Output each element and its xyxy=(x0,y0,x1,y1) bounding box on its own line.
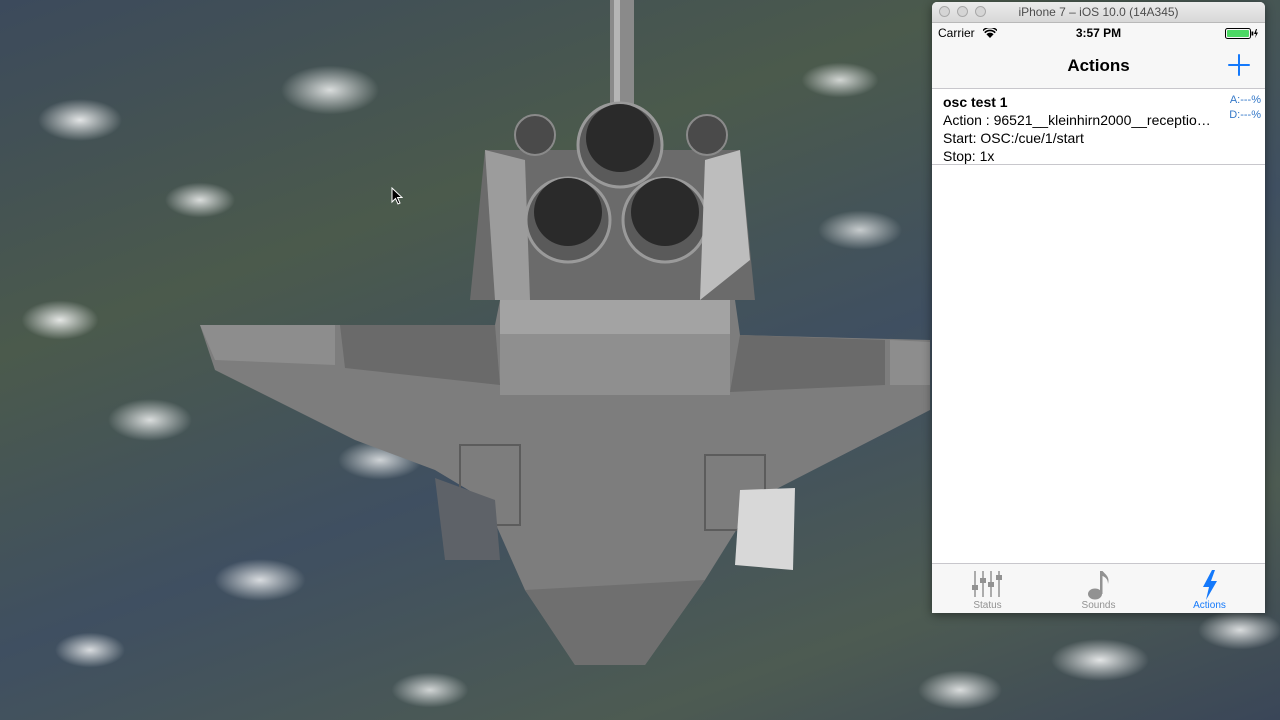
page-title: Actions xyxy=(1067,56,1130,75)
tab-sounds[interactable]: Sounds xyxy=(1043,564,1154,613)
action-row[interactable]: osc test 1 Action : 96521__kleinhirn2000… xyxy=(932,89,1265,165)
status-time: 3:57 PM xyxy=(1075,26,1122,40)
add-action-button[interactable] xyxy=(1227,53,1251,77)
tab-status-label: Status xyxy=(973,600,1002,611)
mouse-pointer-icon xyxy=(391,187,403,205)
iphone-simulator-window: iPhone 7 – iOS 10.0 (14A345) Carrier 3:5… xyxy=(932,2,1265,613)
actions-list[interactable]: osc test 1 Action : 96521__kleinhirn2000… xyxy=(932,89,1265,165)
tab-actions-label: Actions xyxy=(1193,600,1226,611)
plus-icon xyxy=(1228,54,1250,76)
action-stop-trigger: Stop: 1x xyxy=(943,148,995,164)
action-d-percent: D:---% xyxy=(1229,109,1261,121)
action-name: osc test 1 xyxy=(943,94,1008,110)
space-shuttle-image xyxy=(200,0,930,665)
action-start-trigger: Start: OSC:/cue/1/start xyxy=(943,130,1084,146)
ios-status-bar: Carrier 3:57 PM xyxy=(932,23,1265,43)
action-a-percent: A:---% xyxy=(1229,94,1261,106)
action-sound: Action : 96521__kleinhirn2000__reception… xyxy=(943,112,1213,128)
simulator-titlebar[interactable]: iPhone 7 – iOS 10.0 (14A345) xyxy=(932,2,1265,23)
battery-icon xyxy=(1225,28,1258,39)
tab-bar: Status Sounds Actions xyxy=(932,563,1265,613)
mixer-sliders-icon xyxy=(971,571,1002,597)
lightning-bolt-icon xyxy=(1202,570,1217,600)
simulator-title: iPhone 7 – iOS 10.0 (14A345) xyxy=(1018,5,1179,19)
tab-actions[interactable]: Actions xyxy=(1154,564,1265,613)
navigation-bar: Actions xyxy=(932,43,1265,89)
tab-status[interactable]: Status xyxy=(932,564,1043,613)
tab-sounds-label: Sounds xyxy=(1081,600,1116,611)
music-note-icon xyxy=(1087,571,1109,600)
